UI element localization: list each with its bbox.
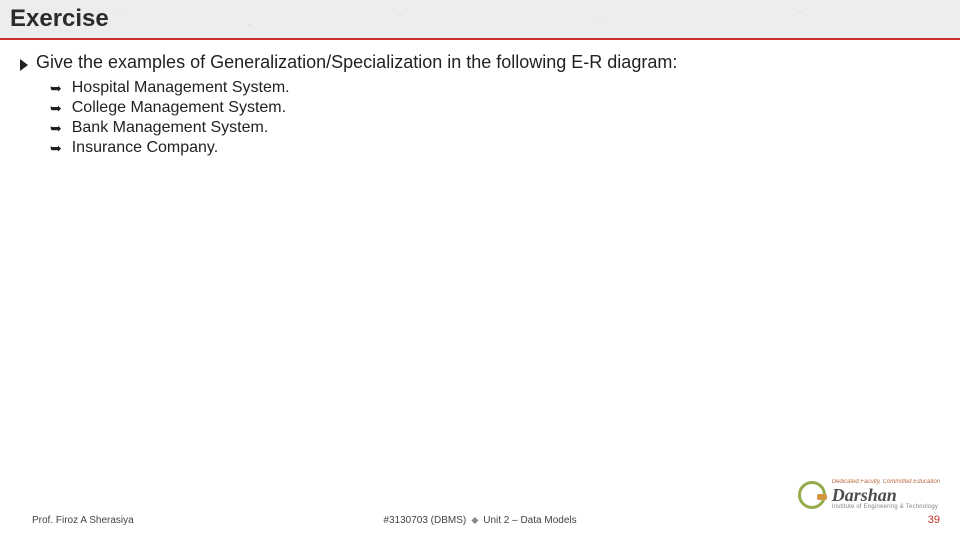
sub-bullet-list: ➥ Hospital Management System. ➥ College … <box>50 79 940 157</box>
logo-mark-icon <box>798 481 826 509</box>
arrow-icon: ➥ <box>50 121 62 135</box>
footer-center: #3130703 (DBMS) Unit 2 – Data Models <box>383 515 576 526</box>
sub-item-text: College Management System. <box>72 99 286 117</box>
sub-item-text: Insurance Company. <box>72 139 218 157</box>
slide-title: Exercise <box>10 5 109 33</box>
logo-name: Darshan <box>832 486 940 504</box>
arrow-icon: ➥ <box>50 141 62 155</box>
list-item: ➥ Bank Management System. <box>50 119 940 137</box>
course-code: #3130703 (DBMS) <box>383 515 466 526</box>
diamond-separator-icon <box>471 516 478 523</box>
triangle-bullet-icon <box>20 59 28 71</box>
sub-item-text: Bank Management System. <box>72 119 269 137</box>
sub-item-text: Hospital Management System. <box>72 79 290 97</box>
main-bullet-text: Give the examples of Generalization/Spec… <box>36 52 677 73</box>
arrow-icon: ➥ <box>50 81 62 95</box>
title-bar: Exercise <box>0 0 960 40</box>
list-item: ➥ College Management System. <box>50 99 940 117</box>
unit-label: Unit 2 – Data Models <box>483 515 576 526</box>
footer: Prof. Firoz A Sherasiya #3130703 (DBMS) … <box>0 506 960 540</box>
main-bullet: Give the examples of Generalization/Spec… <box>20 52 940 73</box>
arrow-icon: ➥ <box>50 101 62 115</box>
content-area: Give the examples of Generalization/Spec… <box>0 40 960 506</box>
list-item: ➥ Hospital Management System. <box>50 79 940 97</box>
page-number: 39 <box>928 514 940 526</box>
professor-name: Prof. Firoz A Sherasiya <box>32 515 134 526</box>
list-item: ➥ Insurance Company. <box>50 139 940 157</box>
